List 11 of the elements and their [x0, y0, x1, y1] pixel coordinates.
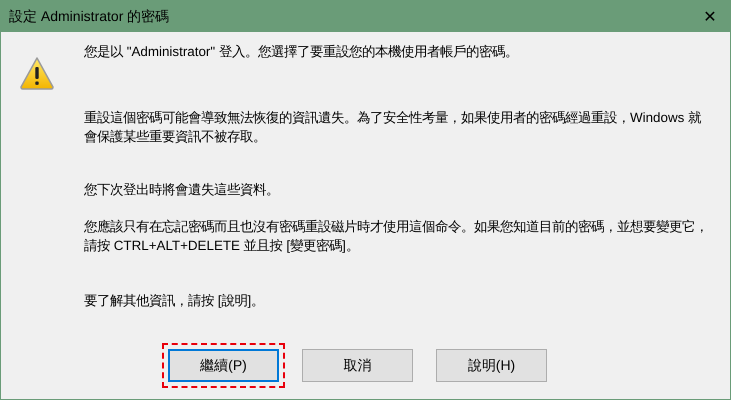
- message-text: 您應該只有在忘記密碼而且也沒有密碼重設磁片時才使用這個命令。如果您知道目前的密碼，並想要變更它，請按 CTRL+ALT+DELETE 並且按 [變更密碼]。: [84, 218, 709, 255]
- window-title: 設定 Administrator 的密碼: [8, 8, 170, 26]
- message-text: 重設這個密碼可能會導致無法恢復的資訊遺失。為了安全性考量，如果使用者的密碼經過重設，Windows 就會保護某些重要資訊不被存取。: [84, 109, 702, 146]
- close-button[interactable]: ✕: [690, 6, 730, 26]
- message-text: 要了解其他資訊，請按 [說明]。: [84, 292, 266, 310]
- warning-icon: [19, 56, 55, 90]
- dialog-button[interactable]: 取消: [302, 349, 413, 382]
- dialog-button[interactable]: 說明(H): [436, 349, 547, 382]
- dialog-button[interactable]: 繼續(P): [168, 349, 279, 382]
- message-text: 您是以 "Administrator" 登入。您選擇了要重設您的本機使用者帳戶的密碼。: [84, 43, 519, 61]
- message-text: 您下次登出時將會遺失這些資料。: [84, 181, 280, 199]
